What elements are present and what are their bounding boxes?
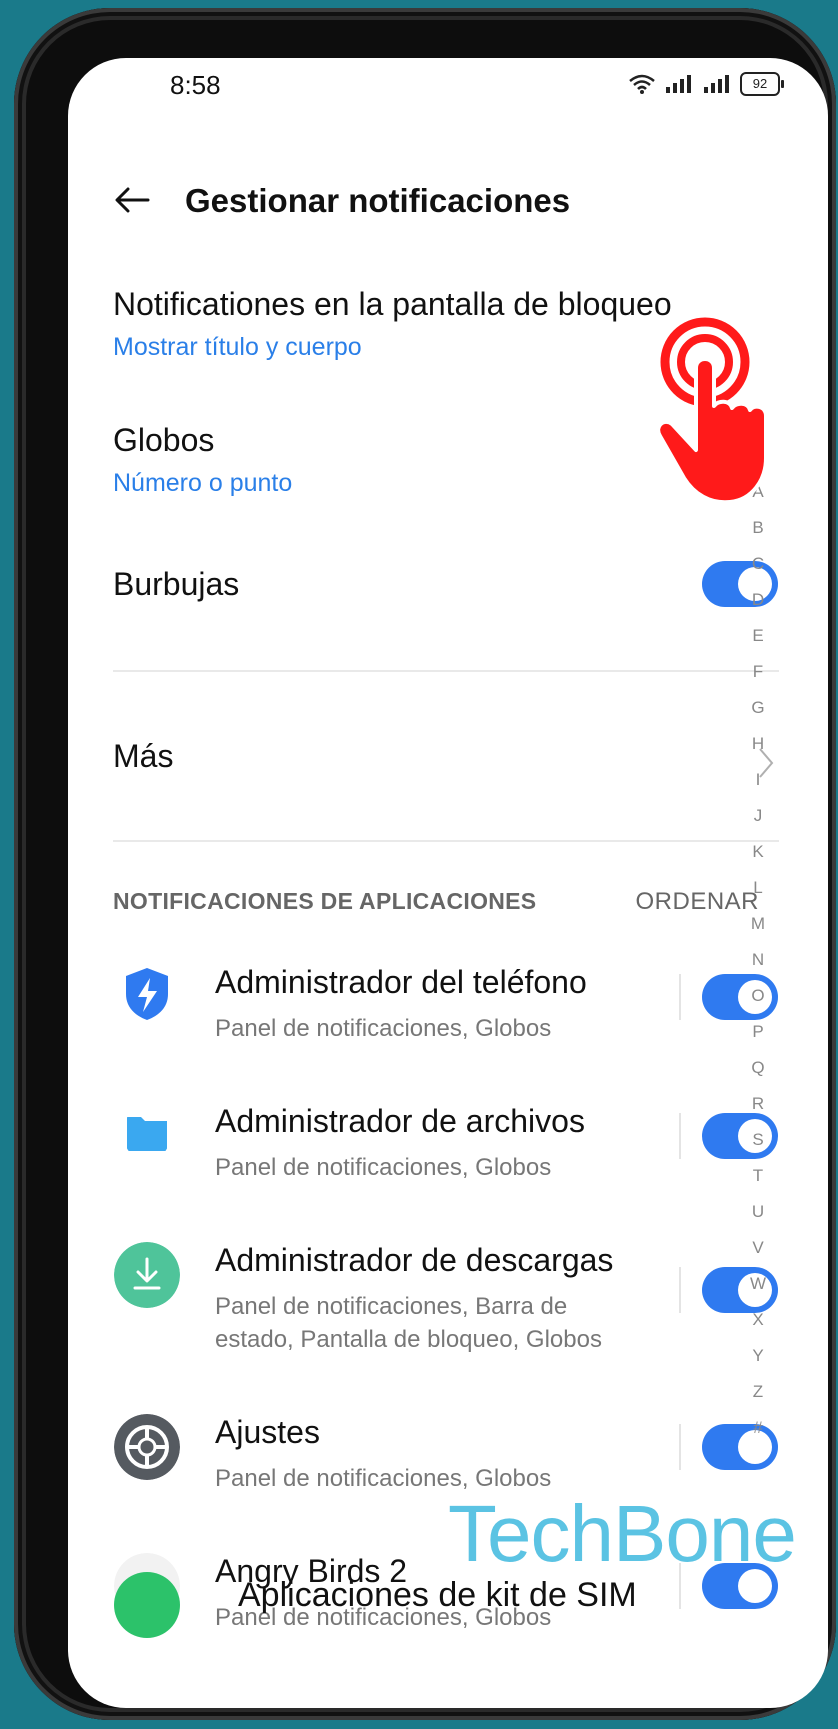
app-notifications-header: NOTIFICACIONES DE APLICACIONES xyxy=(113,888,537,914)
app-name: Administrador de descargas xyxy=(215,1242,614,1278)
page-header: Gestionar notificaciones xyxy=(68,168,828,238)
download-icon xyxy=(114,1242,180,1308)
index-letter[interactable]: F xyxy=(743,654,773,690)
app-name: Ajustes xyxy=(215,1414,320,1450)
badges-title: Globos xyxy=(113,422,215,458)
lock-screen-notifications-title: Notificationes en la pantalla de bloqueo xyxy=(113,286,672,322)
index-letter[interactable]: P xyxy=(743,1014,773,1050)
settings-gear-icon xyxy=(114,1414,180,1480)
index-letter[interactable]: H xyxy=(743,726,773,762)
sim-toolkit-icon xyxy=(114,1572,180,1638)
index-letter[interactable]: Z xyxy=(743,1374,773,1410)
index-letter[interactable]: B xyxy=(743,510,773,546)
separator xyxy=(679,1424,681,1470)
bubbles-title: Burbujas xyxy=(113,566,240,602)
screen: 8:58 92 Gestionar notificaciones Notific… xyxy=(68,58,828,1708)
separator xyxy=(679,1267,681,1313)
index-letter[interactable]: X xyxy=(743,1302,773,1338)
more-row[interactable]: Más xyxy=(113,738,733,775)
index-letter[interactable]: S xyxy=(743,1122,773,1158)
badges-value: Número o punto xyxy=(113,469,293,497)
page-title: Gestionar notificaciones xyxy=(185,182,571,219)
status-bar: 8:58 92 xyxy=(68,58,828,118)
back-arrow-icon[interactable] xyxy=(110,178,154,222)
index-letter[interactable]: W xyxy=(743,1266,773,1302)
tap-hand-icon xyxy=(656,317,768,505)
badges-row[interactable]: Globos Número o punto xyxy=(113,422,733,498)
index-letter[interactable]: O xyxy=(743,978,773,1014)
index-letter[interactable]: V xyxy=(743,1230,773,1266)
index-letter[interactable]: G xyxy=(743,690,773,726)
folder-icon xyxy=(127,1117,167,1151)
separator xyxy=(679,974,681,1020)
index-letter[interactable]: L xyxy=(743,870,773,906)
index-letter[interactable]: I xyxy=(743,762,773,798)
app-detail: Panel de notificaciones, Barra de estado… xyxy=(215,1293,602,1353)
signal-icon xyxy=(666,75,691,93)
app-name: Administrador de archivos xyxy=(215,1103,585,1139)
sort-button[interactable]: ORDENAR xyxy=(635,888,759,916)
separator xyxy=(679,1113,681,1159)
index-letter[interactable]: D xyxy=(743,582,773,618)
index-letter[interactable]: E xyxy=(743,618,773,654)
status-icons: 92 xyxy=(628,72,784,96)
divider xyxy=(113,840,779,842)
app-name: Administrador del teléfono xyxy=(215,964,587,1000)
lock-screen-notifications-row[interactable]: Notificationes en la pantalla de bloqueo… xyxy=(113,286,733,362)
index-letter[interactable]: Y xyxy=(743,1338,773,1374)
index-letter[interactable]: C xyxy=(743,546,773,582)
alphabet-index[interactable]: A B C D E F G H I J K L M N O P Q R S T … xyxy=(743,450,773,1446)
bubbles-row: Burbujas xyxy=(113,566,733,603)
divider xyxy=(113,670,779,672)
more-title: Más xyxy=(113,738,174,774)
index-letter[interactable]: K xyxy=(743,834,773,870)
battery-icon: 92 xyxy=(740,72,784,96)
app-detail: Panel de notificaciones, Globos xyxy=(215,1015,552,1042)
index-letter[interactable]: U xyxy=(743,1194,773,1230)
index-letter[interactable]: R xyxy=(743,1086,773,1122)
phone-frame: 8:58 92 Gestionar notificaciones Notific… xyxy=(14,8,836,1720)
index-letter[interactable]: # xyxy=(743,1410,773,1446)
index-letter[interactable]: T xyxy=(743,1158,773,1194)
watermark: TechBone xyxy=(448,1489,797,1578)
app-detail: Panel de notificaciones, Globos xyxy=(215,1154,552,1181)
wifi-icon xyxy=(629,74,655,94)
shield-lightning-icon xyxy=(126,968,168,1020)
index-letter[interactable]: N xyxy=(743,942,773,978)
app-name-partial[interactable]: Aplicaciones de kit de SIM xyxy=(238,1576,637,1615)
status-time: 8:58 xyxy=(170,70,221,100)
lock-screen-notifications-value: Mostrar título y cuerpo xyxy=(113,333,362,361)
index-letter[interactable]: M xyxy=(743,906,773,942)
index-letter[interactable]: J xyxy=(743,798,773,834)
index-letter[interactable]: Q xyxy=(743,1050,773,1086)
signal-icon xyxy=(704,75,729,93)
